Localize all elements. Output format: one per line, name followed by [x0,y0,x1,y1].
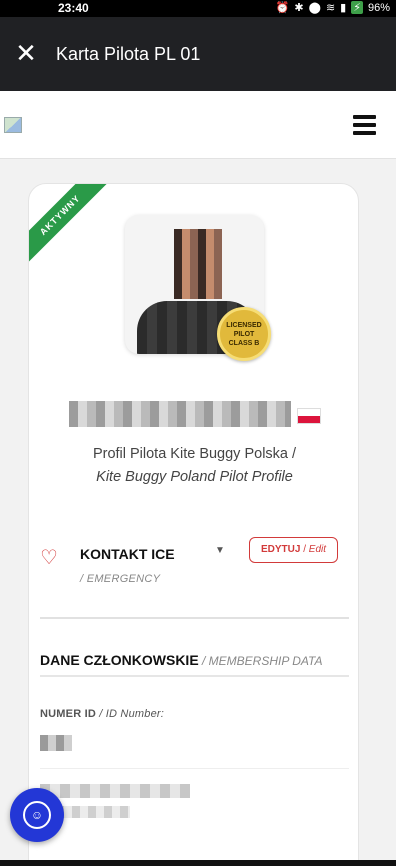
wifi-icon: ≋ [325,2,336,14]
divider [40,675,349,677]
status-bar: 23:40 ⏰ ✱ ⬤ ≋ ▮ ⚡ 96% [0,0,396,17]
battery-level: 96% [367,1,390,14]
ice-contact-sub: / EMERGENCY [80,573,161,585]
battery-icon: ⚡ [351,1,363,14]
bluetooth-icon: ✱ [294,2,304,14]
id-number-label: NUMER ID / ID Number: [40,708,165,720]
pilot-name-blurred [69,401,291,427]
broken-logo-image[interactable] [4,117,22,133]
nav-bar [0,860,396,866]
membership-section-title: DANE CZŁONKOWSKIE / MEMBERSHIP DATA [40,652,323,668]
status-ribbon: AKTYWNY [29,184,114,269]
app-bar: ✕ Karta Pilota PL 01 [0,17,396,91]
location-icon: ⬤ [308,2,321,14]
accessibility-button[interactable]: ☺ [10,788,64,842]
chevron-down-icon[interactable]: ▼ [215,545,225,556]
heart-icon: ♡ [40,547,58,569]
avatar-head [174,229,222,299]
poland-flag-icon [297,408,321,424]
page-title: Karta Pilota PL 01 [56,44,201,64]
profile-subtitle-pl: Profil Pilota Kite Buggy Polska / [92,446,297,462]
hamburger-menu-icon[interactable] [353,115,376,135]
signal-icon: ▮ [340,2,347,14]
edit-button[interactable]: EDYTUJ / Edit [249,537,338,563]
licensed-pilot-badge: LICENSED PILOT CLASS B [217,307,271,361]
pilot-card: AKTYWNY LICENSED PILOT CLASS B Profil Pi… [28,183,359,866]
ice-contact-label[interactable]: KONTAKT ICE [80,546,175,562]
close-icon[interactable]: ✕ [12,39,40,67]
profile-subtitle-en: Kite Buggy Poland Pilot Profile [96,469,293,485]
divider [40,617,349,619]
alarm-icon: ⏰ [275,2,290,14]
blurred-field [40,784,190,798]
site-header [0,91,396,159]
divider [40,768,349,769]
accessibility-icon: ☺ [23,801,51,829]
status-icons: ⏰ ✱ ⬤ ≋ ▮ ⚡ 96% [276,1,390,14]
id-number-value-blurred [40,735,72,751]
status-time: 23:40 [58,1,89,15]
